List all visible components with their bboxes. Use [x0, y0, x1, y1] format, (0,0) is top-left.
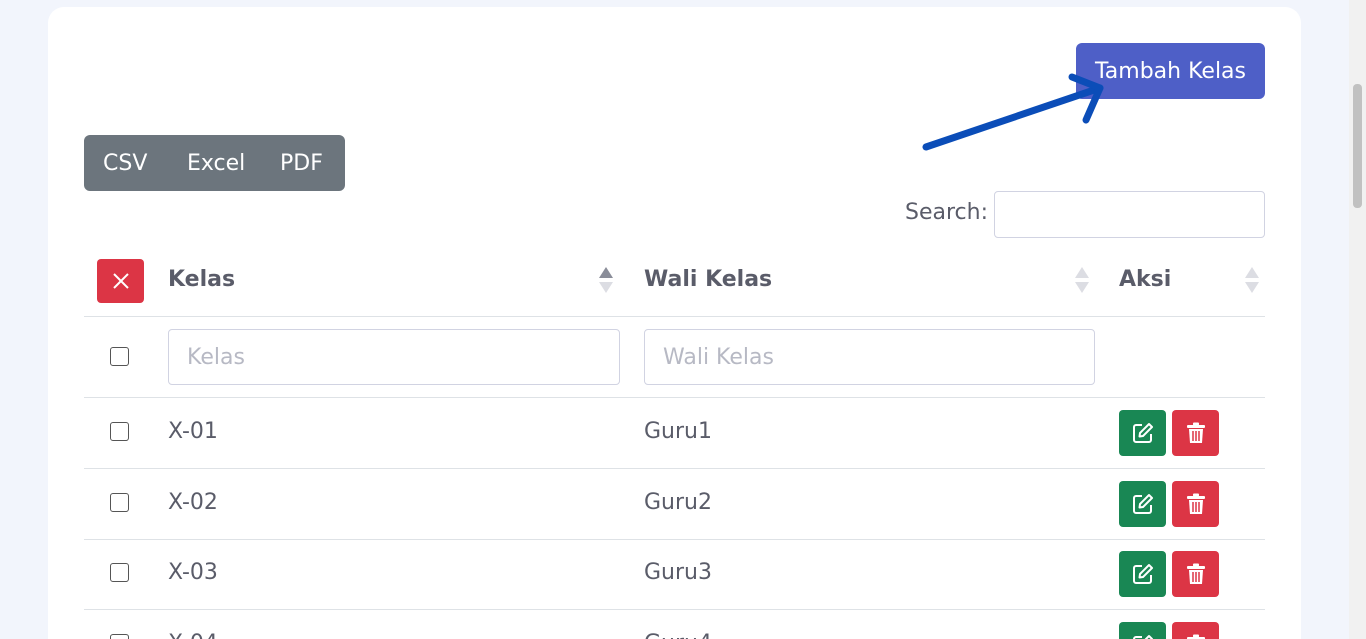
clear-selection-button[interactable]: [97, 259, 144, 303]
table-row: X-01 Guru1: [84, 398, 1265, 469]
sort-icon[interactable]: [1244, 265, 1260, 295]
scrollbar-thumb[interactable]: [1353, 84, 1362, 208]
delete-button[interactable]: [1172, 410, 1219, 456]
kelas-cell: X-04: [168, 631, 218, 639]
table-row: X-03 Guru3: [84, 539, 1265, 610]
edit-button[interactable]: [1119, 481, 1166, 527]
edit-icon: [1132, 635, 1153, 639]
column-header-wali-kelas[interactable]: Wali Kelas: [644, 267, 772, 292]
row-checkbox[interactable]: [110, 493, 129, 512]
sort-asc-icon[interactable]: [598, 265, 614, 295]
edit-icon: [1132, 494, 1153, 514]
export-button-group: CSV Excel PDF: [84, 135, 345, 191]
table-row: X-02 Guru2: [84, 469, 1265, 540]
select-all-checkbox[interactable]: [110, 347, 129, 366]
wali-kelas-cell: Guru3: [644, 560, 712, 585]
search-label: Search:: [905, 200, 988, 225]
kelas-cell: X-01: [168, 419, 218, 444]
delete-button[interactable]: [1172, 622, 1219, 639]
edit-button[interactable]: [1119, 410, 1166, 456]
delete-button[interactable]: [1172, 481, 1219, 527]
export-excel-button[interactable]: Excel: [168, 135, 261, 191]
filter-row: [84, 317, 1265, 398]
export-pdf-button[interactable]: PDF: [261, 135, 345, 191]
wali-kelas-filter-input[interactable]: [644, 329, 1095, 385]
trash-icon: [1186, 634, 1205, 639]
edit-button[interactable]: [1119, 551, 1166, 597]
edit-icon: [1132, 564, 1153, 584]
export-csv-button[interactable]: CSV: [84, 135, 168, 191]
close-icon: [112, 273, 129, 289]
kelas-cell: X-03: [168, 560, 218, 585]
row-checkbox[interactable]: [110, 422, 129, 441]
trash-icon: [1186, 493, 1205, 514]
wali-kelas-cell: Guru2: [644, 490, 712, 515]
table-row: X-04 Guru4: [84, 610, 1265, 639]
row-checkbox[interactable]: [110, 563, 129, 582]
row-checkbox[interactable]: [110, 634, 129, 639]
search-input[interactable]: [994, 191, 1265, 238]
column-header-kelas[interactable]: Kelas: [168, 267, 235, 292]
kelas-cell: X-02: [168, 490, 218, 515]
delete-button[interactable]: [1172, 551, 1219, 597]
page-scrollbar[interactable]: [1349, 0, 1366, 639]
kelas-filter-input[interactable]: [168, 329, 620, 385]
wali-kelas-cell: Guru4: [644, 631, 712, 639]
trash-icon: [1186, 422, 1205, 443]
wali-kelas-cell: Guru1: [644, 419, 712, 444]
annotation-arrow: [922, 73, 1104, 151]
table-header: Kelas Wali Kelas Aksi: [84, 250, 1265, 317]
column-header-aksi[interactable]: Aksi: [1119, 267, 1171, 292]
edit-icon: [1132, 423, 1153, 443]
trash-icon: [1186, 563, 1205, 584]
edit-button[interactable]: [1119, 622, 1166, 639]
sort-icon[interactable]: [1074, 265, 1090, 295]
